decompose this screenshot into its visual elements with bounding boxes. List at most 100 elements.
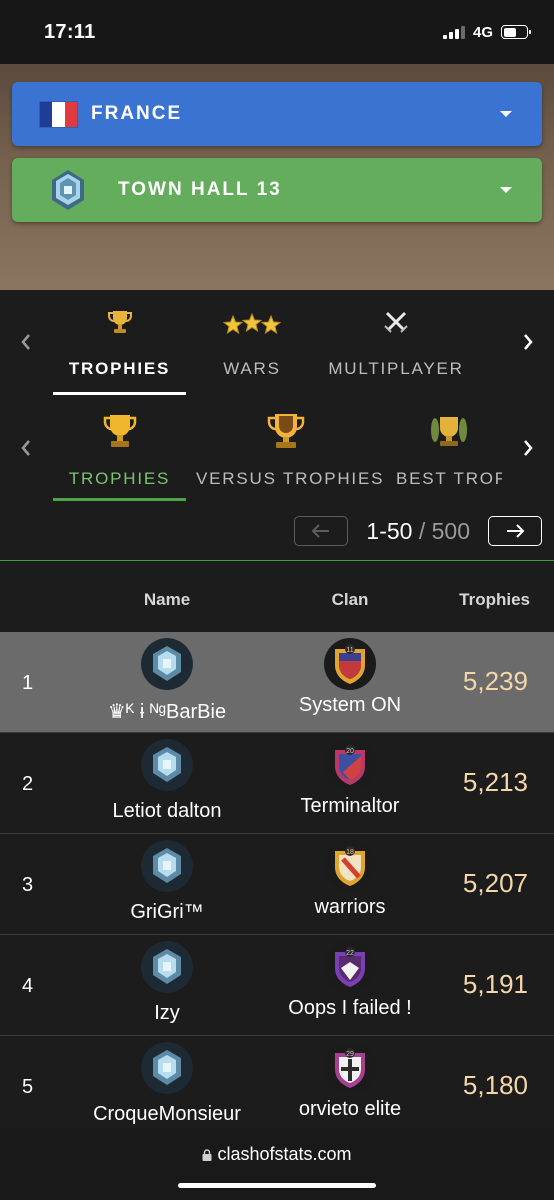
app-screen: 17:11 4G FRANCE TOWN HALL 13 TROPHIES WA… (0, 0, 554, 1200)
row-rank: 3 (22, 874, 34, 896)
chevron-down-icon (500, 187, 512, 193)
clan-badge: 29 (324, 1042, 376, 1094)
tabs-prev-arrow[interactable] (14, 330, 38, 354)
stars-icon (222, 312, 282, 335)
table-row[interactable]: 4 Izy 22 Oops I failed ! 5,191 (0, 935, 554, 1036)
sub-tabs: TROPHIES VERSUS TROPHIES BEST TROP (0, 412, 554, 504)
clan-shield-icon: 22 (335, 947, 365, 987)
player-name: ♛ᴷ ɨ ᴺᵍBarBie (107, 701, 227, 723)
page-range-separator: / (412, 517, 432, 544)
clan-name: orvieto elite (298, 1098, 402, 1120)
subtab-best-trophies-label: BEST TROP (396, 469, 502, 488)
main-tabs: TROPHIES WARS MULTIPLAYER (0, 308, 554, 398)
page-range: 1-50 / 500 (366, 518, 470, 545)
home-indicator[interactable] (178, 1183, 376, 1188)
trophy-icon (107, 311, 132, 333)
subtab-versus-trophies-label: VERSUS TROPHIES (196, 469, 385, 488)
crossed-swords-icon (384, 311, 408, 333)
gold-trophy-icon (103, 415, 136, 447)
player-cell: ♛ᴷ ɨ ᴺᵍBarBie (87, 638, 247, 724)
player-avatar (141, 1042, 193, 1094)
table-row[interactable]: 1 ♛ᴷ ɨ ᴺᵍBarBie 11 System ON 5,239 (0, 632, 554, 733)
clan-name: System ON (298, 694, 402, 716)
clan-cell: 18 warriors (270, 840, 430, 919)
cell-signal-icon (442, 25, 465, 39)
battery-icon (501, 25, 531, 39)
chevron-left-icon (21, 440, 30, 456)
subtabs-prev-arrow[interactable] (14, 436, 38, 460)
table-header: Name Clan Trophies (0, 570, 554, 630)
player-avatar (141, 941, 193, 993)
clan-level: 18 (346, 849, 354, 856)
trophy-count: 5,191 (462, 969, 528, 999)
row-rank: 4 (22, 975, 34, 997)
browser-url-bar[interactable]: clashofstats.com (0, 1128, 554, 1200)
clan-shield-icon: 20 (335, 745, 365, 785)
arrow-left-icon (311, 524, 330, 538)
url-text: clashofstats.com (217, 1144, 352, 1164)
column-clan-header: Clan (331, 590, 369, 609)
active-tab-indicator (53, 392, 186, 395)
subtab-trophies[interactable]: TROPHIES (53, 412, 186, 501)
status-indicators: 4G (442, 23, 531, 41)
table-row[interactable]: 2 Letiot dalton 20 Terminaltor 5,213 (0, 733, 554, 834)
town-hall-select-label: TOWN HALL 13 (118, 179, 282, 200)
country-select[interactable]: FRANCE (12, 82, 542, 146)
page-range-current: 1-50 (366, 517, 413, 544)
subtab-trophies-label: TROPHIES (68, 469, 171, 488)
clan-level: 29 (346, 1051, 354, 1058)
clan-shield-icon: 18 (335, 846, 365, 886)
clan-cell: 29 orvieto elite (270, 1042, 430, 1121)
tab-multiplayer[interactable]: MULTIPLAYER (326, 308, 466, 379)
town-hall-icon (52, 170, 84, 210)
clan-cell: 11 System ON (270, 638, 430, 717)
france-flag-icon (40, 101, 77, 127)
clan-level: 11 (346, 647, 353, 654)
tab-wars[interactable]: WARS (204, 308, 300, 379)
tabs-next-arrow[interactable] (516, 330, 540, 354)
clan-badge: 18 (324, 840, 376, 892)
tab-multiplayer-label: MULTIPLAYER (328, 359, 464, 378)
player-name: CroqueMonsieur (93, 1103, 241, 1125)
table-divider (0, 560, 554, 561)
subtab-versus-trophies[interactable]: VERSUS TROPHIES (196, 412, 385, 489)
player-avatar (141, 739, 193, 791)
trophy-count: 5,213 (462, 767, 528, 797)
ranking-table: 1 ♛ᴷ ɨ ᴺᵍBarBie 11 System ON 5,239 2 Let… (0, 632, 554, 1137)
tab-wars-label: WARS (223, 359, 281, 378)
clan-name: Terminaltor (300, 795, 400, 817)
clan-cell: 22 Oops I failed ! (270, 941, 430, 1020)
tab-trophies[interactable]: TROPHIES (53, 308, 186, 395)
network-type: 4G (472, 23, 493, 41)
clan-badge: 11 (324, 638, 376, 690)
subtab-best-trophies[interactable]: BEST TROP (396, 412, 502, 489)
clan-name: warriors (314, 896, 386, 918)
town-hall-select[interactable]: TOWN HALL 13 (12, 158, 542, 222)
player-avatar (141, 638, 193, 690)
subtabs-next-arrow[interactable] (516, 436, 540, 460)
player-cell: CroqueMonsieur (87, 1042, 247, 1126)
lock-icon (202, 1149, 212, 1161)
country-select-label: FRANCE (91, 103, 183, 124)
clan-level: 20 (346, 748, 354, 755)
player-avatar (141, 840, 193, 892)
trophy-count: 5,207 (462, 868, 528, 898)
status-bar: 17:11 4G (0, 0, 554, 64)
next-page-button[interactable] (488, 516, 542, 546)
column-name-header: Name (143, 590, 191, 609)
clan-shield-icon: 11 (335, 644, 365, 684)
trophy-count: 5,180 (462, 1070, 528, 1100)
prev-page-button[interactable] (294, 516, 349, 546)
column-trophies-header: Trophies (459, 590, 530, 609)
player-name: Izy (154, 1002, 180, 1024)
trophy-count: 5,239 (462, 666, 528, 696)
table-row[interactable]: 3 GriGri™ 18 warriors 5,207 (0, 834, 554, 935)
clan-badge: 20 (324, 739, 376, 791)
url-display[interactable]: clashofstats.com (0, 1144, 554, 1165)
chevron-right-icon (524, 334, 533, 350)
row-rank: 5 (22, 1076, 34, 1098)
table-row[interactable]: 5 CroqueMonsieur 29 orvieto elite 5,180 (0, 1036, 554, 1137)
player-cell: Letiot dalton (87, 739, 247, 823)
tab-trophies-label: TROPHIES (68, 359, 171, 378)
clan-level: 22 (346, 950, 354, 957)
